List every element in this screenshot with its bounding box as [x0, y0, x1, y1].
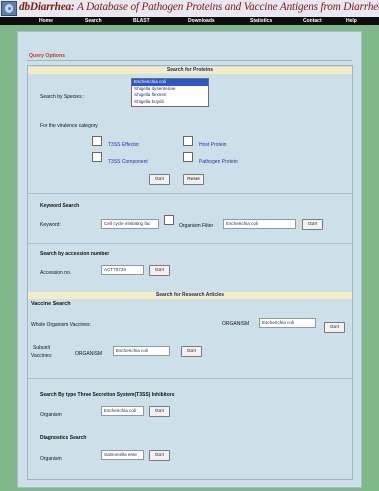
organism-caps-label: ORGANISM — [222, 321, 250, 327]
species-select[interactable]: Escherichia coli Shigella dysenteriae Sh… — [131, 78, 209, 107]
reset-button[interactable]: Reset — [183, 174, 204, 185]
top-navigation: Home Search BLAST Downloads Statistics C… — [0, 17, 379, 25]
query-options-title: Query Options — [29, 53, 66, 59]
t3ss-inhibitors-heading: Search By type Three Secretion System(T3… — [40, 392, 175, 398]
go-button[interactable]: Go!! — [149, 174, 170, 185]
t3ss-organism-input[interactable]: Escherichia coli — [101, 406, 144, 416]
species-option[interactable]: Shigella boydii — [132, 99, 208, 106]
species-option[interactable]: Escherichia coli — [132, 79, 208, 86]
organism-label: Organism — [40, 456, 62, 462]
species-option[interactable]: Shigella flexneri — [132, 92, 208, 99]
t3ss-component-checkbox[interactable] — [92, 152, 102, 162]
nav-home[interactable]: Home — [39, 17, 53, 25]
accession-input[interactable]: ACT70734 — [101, 265, 144, 275]
pathogen-protein-checkbox[interactable] — [183, 152, 193, 162]
subunit-go-button[interactable]: Go!! — [181, 346, 202, 357]
nav-search[interactable]: Search — [85, 17, 102, 25]
nav-contact[interactable]: Contact — [303, 17, 322, 25]
site-title: dbDiarrhea: A Database of Pathogen Prote… — [19, 1, 379, 13]
keyword-go-button[interactable]: Go!! — [302, 219, 323, 230]
whole-organism-label: Whole Organism Vaccines: — [31, 322, 91, 328]
accession-go-button[interactable]: Go!! — [149, 265, 170, 276]
accession-heading: Search by accession number — [40, 251, 110, 257]
vaccine-search-heading: Vaccine Search — [31, 301, 71, 307]
search-proteins-header: Search for Proteins — [28, 67, 352, 74]
keyword-input[interactable]: Cell cycle inhibiting fac — [101, 219, 159, 229]
species-option[interactable]: Shigella dysenteriae — [132, 86, 208, 93]
whole-organism-input[interactable]: Escherichia coli — [259, 318, 316, 328]
virulence-label: For the virulence category — [40, 123, 98, 129]
divider — [27, 60, 352, 61]
organism-filter-checkbox[interactable] — [164, 215, 174, 225]
divider — [28, 193, 352, 194]
host-protein-checkbox[interactable] — [183, 136, 193, 146]
accession-label: Accession no. — [40, 270, 72, 276]
keyword-search-heading: Keyword Search — [40, 203, 80, 209]
nav-help[interactable]: Help — [346, 17, 357, 25]
pathogen-protein-label: Pathogen Protein — [199, 159, 238, 165]
diagnostics-go-button[interactable]: Go!! — [149, 450, 170, 461]
species-label: Search by Species : — [40, 94, 85, 100]
t3ss-go-button[interactable]: Go!! — [149, 406, 170, 417]
organism-filter-input[interactable]: Escherichia coli — [223, 219, 296, 229]
nav-downloads[interactable]: Downloads — [188, 17, 215, 25]
organism-caps-label: ORGANISM — [75, 351, 103, 357]
divider — [28, 243, 352, 244]
diagnostics-organism-input[interactable]: Salmonella ente — [101, 450, 144, 460]
subunit-label: Vaccines: — [31, 353, 53, 359]
site-banner: dbDiarrhea: A Database of Pathogen Prote… — [0, 0, 379, 17]
nav-blast[interactable]: BLAST — [133, 17, 150, 25]
host-protein-label: Host Protein — [199, 142, 227, 148]
organism-filter-label: Organism Filter — [179, 223, 214, 229]
t3ss-effector-label: T3SS Effector — [108, 142, 140, 148]
search-articles-header: Search for Research Articles — [28, 292, 352, 299]
logo-icon — [1, 1, 17, 16]
subunit-label: Subunit — [33, 345, 50, 351]
brand-name: dbDiarrhea: — [19, 1, 75, 13]
divider — [28, 378, 352, 379]
query-panel: Query Options Search for Proteins Search… — [17, 31, 362, 488]
site-subtitle: A Database of Pathogen Proteins and Vacc… — [76, 1, 379, 13]
subunit-organism-input[interactable]: Escherichia coli — [113, 346, 170, 356]
diagnostics-heading: Diagnostics Search — [40, 435, 87, 441]
nav-statistics[interactable]: Statistics — [250, 17, 272, 25]
organism-label: Organism — [40, 412, 62, 418]
whole-organism-go-button[interactable]: Go!! — [324, 322, 345, 333]
keyword-label: Keyword: — [40, 222, 61, 228]
t3ss-component-label: T3SS Component — [108, 159, 148, 165]
t3ss-effector-checkbox[interactable] — [92, 136, 102, 146]
